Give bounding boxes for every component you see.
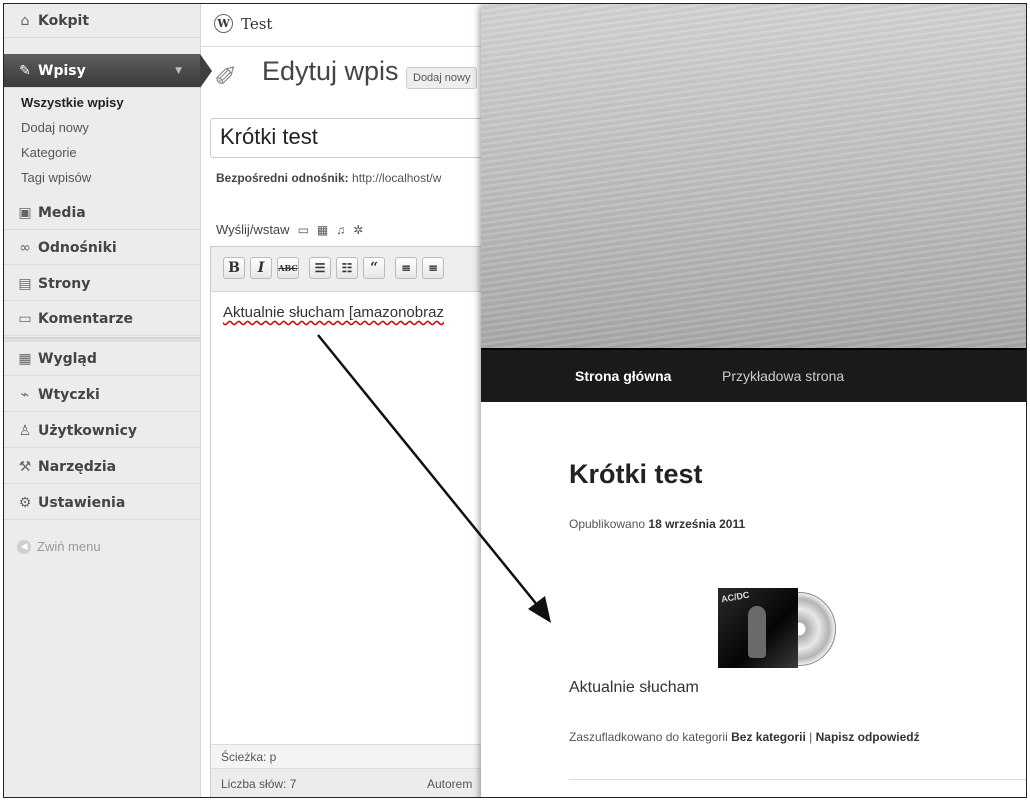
album-figure	[748, 606, 766, 658]
menu-dashboard-label: Kokpit	[38, 12, 90, 29]
menu-comments[interactable]: ▭ Komentarze	[4, 302, 200, 336]
submenu-all-posts[interactable]: Wszystkie wpisy	[21, 95, 124, 110]
add-audio-icon[interactable]: ♫	[336, 223, 345, 237]
menu-appearance-label: Wygląd	[38, 350, 97, 367]
appearance-icon: ▦	[18, 350, 32, 367]
menu-plugins[interactable]: ⌁ Wtyczki	[4, 378, 200, 412]
word-count: Liczba słów: 7	[221, 777, 297, 791]
post-footer-meta: Zaszufladkowano do kategorii Bez kategor…	[569, 730, 920, 744]
caret-down-icon: ▼	[175, 65, 182, 76]
menu-comments-label: Komentarze	[38, 310, 133, 327]
align-center-button[interactable]: ≡	[422, 257, 444, 279]
screenshot-frame: ⌂ Kokpit ✎ Wpisy ▼ Wszystkie wpisy Dodaj…	[3, 3, 1027, 798]
submenu-tags[interactable]: Tagi wpisów	[21, 170, 91, 185]
menu-users[interactable]: ♙ Użytkownicy	[4, 414, 200, 448]
menu-appearance[interactable]: ▦ Wygląd	[4, 342, 200, 376]
filed-prefix: Zaszufladkowano do kategorii	[569, 730, 728, 744]
bullet-list-button[interactable]: ☰	[309, 257, 331, 279]
collapse-menu-label: Zwiń menu	[37, 539, 101, 554]
category-link[interactable]: Bez kategorii	[731, 730, 806, 744]
post-content: Aktualnie słucham	[569, 679, 699, 696]
menu-tools-label: Narzędzia	[38, 458, 117, 475]
site-nav: Strona główna Przykładowa strona	[481, 348, 1026, 402]
editor-text: Aktualnie słucham [amazonobraz	[223, 304, 444, 321]
posted-prefix: Opublikowano	[569, 517, 646, 531]
collapse-menu-button[interactable]: ◀ Zwiń menu	[17, 539, 101, 554]
menu-dashboard[interactable]: ⌂ Kokpit	[4, 4, 200, 38]
menu-users-label: Użytkownicy	[38, 422, 138, 439]
menu-pages[interactable]: ▤ Strony	[4, 267, 200, 301]
divider	[569, 779, 1026, 780]
menu-pages-label: Strony	[38, 275, 91, 292]
link-icon: ∞	[19, 239, 31, 256]
bold-button[interactable]: B	[223, 257, 245, 279]
pages-icon: ▤	[18, 275, 32, 292]
home-icon: ⌂	[20, 12, 30, 29]
author-label: Autorem	[427, 777, 473, 791]
post-title[interactable]: Krótki test	[569, 459, 703, 490]
meta-separator: |	[809, 730, 813, 744]
header-image	[481, 4, 1026, 348]
menu-tools[interactable]: ⚒ Narzędzia	[4, 450, 200, 484]
permalink-label: Bezpośredni odnośnik:	[216, 171, 349, 185]
admin-bar-site[interactable]: W Test	[214, 14, 272, 33]
menu-media-label: Media	[38, 204, 86, 221]
pushpin-icon: ✐	[214, 61, 238, 92]
menu-media[interactable]: ▣ Media	[4, 196, 200, 230]
add-new-button[interactable]: Dodaj nowy	[406, 67, 478, 89]
plugin-icon: ⌁	[20, 386, 30, 403]
menu-plugins-label: Wtyczki	[38, 386, 100, 403]
tools-icon: ⚒	[18, 458, 32, 475]
album-cover: AC/DC	[718, 588, 798, 668]
reply-link[interactable]: Napisz odpowiedź	[816, 730, 920, 744]
settings-icon: ⚙	[18, 494, 32, 511]
wordpress-logo-icon: W	[214, 14, 233, 33]
numbered-list-button[interactable]: ☷	[336, 257, 358, 279]
add-image-icon[interactable]: ▭	[298, 223, 309, 237]
submenu-categories[interactable]: Kategorie	[21, 145, 77, 160]
album-cover-image: AC/DC	[718, 588, 838, 668]
site-preview: Strona główna Przykładowa strona Krótki …	[481, 4, 1026, 797]
media-icon: ▣	[18, 204, 32, 221]
add-video-icon[interactable]: ▦	[317, 223, 328, 237]
admin-sidebar: ⌂ Kokpit ✎ Wpisy ▼ Wszystkie wpisy Dodaj…	[4, 4, 212, 797]
menu-links[interactable]: ∞ Odnośniki	[4, 231, 200, 265]
editor-content[interactable]: Aktualnie słucham [amazonobraz	[223, 304, 444, 321]
post-meta: Opublikowano 18 września 2011	[569, 517, 745, 531]
menu-posts[interactable]: ✎ Wpisy ▼	[4, 54, 212, 88]
nav-sample-page[interactable]: Przykładowa strona	[722, 368, 844, 384]
nav-home[interactable]: Strona główna	[575, 368, 671, 384]
posted-date[interactable]: 18 września 2011	[648, 517, 745, 531]
submenu-add-new[interactable]: Dodaj nowy	[21, 120, 89, 135]
permalink: Bezpośredni odnośnik: http://localhost/w	[216, 171, 441, 185]
menu-links-label: Odnośniki	[38, 239, 117, 256]
upload-insert-bar: Wyślij/wstaw ▭ ▦ ♫ ✲	[216, 222, 363, 237]
menu-settings-label: Ustawienia	[38, 494, 126, 511]
menu-posts-label: Wpisy	[38, 62, 86, 79]
align-left-button[interactable]: ≡	[395, 257, 417, 279]
comment-icon: ▭	[18, 310, 32, 327]
italic-button[interactable]: I	[250, 257, 272, 279]
divider	[200, 46, 500, 47]
pin-icon: ✎	[19, 62, 31, 79]
album-logo: AC/DC	[720, 589, 751, 605]
blockquote-button[interactable]: “	[363, 257, 385, 279]
page-title: Edytuj wpis	[262, 56, 399, 86]
upload-label: Wyślij/wstaw	[216, 222, 290, 237]
users-icon: ♙	[18, 422, 32, 439]
permalink-url[interactable]: http://localhost/w	[352, 171, 441, 185]
strikethrough-button[interactable]: ABC	[277, 257, 299, 279]
site-name: Test	[241, 14, 273, 33]
menu-settings[interactable]: ⚙ Ustawienia	[4, 486, 200, 520]
add-media-icon[interactable]: ✲	[353, 223, 363, 237]
collapse-arrow-icon: ◀	[17, 539, 31, 554]
